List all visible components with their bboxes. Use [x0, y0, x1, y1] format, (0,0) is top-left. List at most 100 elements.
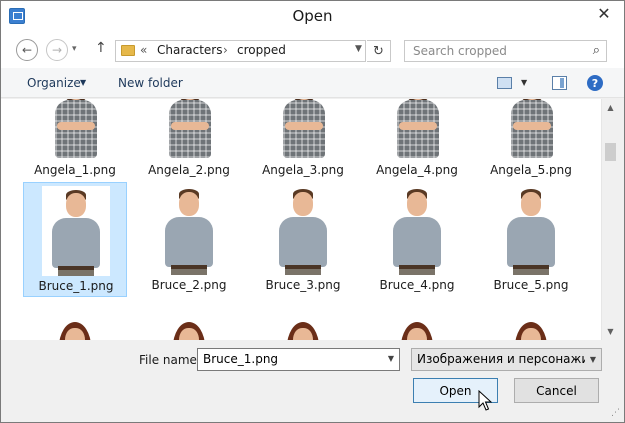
file-name-label: Bruce_1.png — [38, 279, 114, 293]
command-toolbar: Organize ▼ New folder ▼ ? — [1, 68, 624, 98]
file-name-value: Bruce_1.png — [203, 352, 279, 366]
file-tile[interactable]: Angela_3.png — [251, 99, 355, 182]
file-thumbnail — [155, 185, 223, 275]
file-name-label: Bruce_3.png — [265, 278, 341, 292]
search-placeholder: Search cropped — [413, 44, 507, 58]
file-thumbnail — [383, 300, 451, 340]
person-shirt — [393, 217, 441, 267]
file-tile[interactable] — [479, 297, 583, 340]
new-folder-button[interactable]: New folder — [118, 76, 183, 90]
person-head — [66, 193, 86, 217]
vertical-scrollbar[interactable]: ▲ ▼ — [601, 99, 618, 340]
file-tile[interactable] — [365, 297, 469, 340]
person-pants — [399, 269, 435, 275]
file-tile[interactable]: Bruce_5.png — [479, 182, 583, 297]
person-arm — [57, 122, 95, 130]
scrollbar-thumb[interactable] — [605, 143, 616, 161]
file-name-label: Angela_2.png — [148, 163, 230, 177]
back-button[interactable]: ← — [16, 39, 38, 61]
close-icon: ✕ — [597, 3, 611, 23]
person-pants — [58, 270, 94, 276]
file-thumbnail — [497, 300, 565, 340]
file-list[interactable]: Angela_1.png Angela_2.png Angela_3.png Ange… — [1, 99, 601, 340]
person-arm — [285, 122, 323, 130]
breadcrumb-overflow[interactable]: « — [140, 43, 147, 57]
file-name-label: Bruce_4.png — [379, 278, 455, 292]
file-name-label: Bruce_2.png — [151, 278, 227, 292]
person-shirt — [279, 217, 327, 267]
person-shirt — [507, 217, 555, 267]
person-arm — [171, 122, 209, 130]
file-tile[interactable]: Bruce_4.png — [365, 182, 469, 297]
file-name-label: Angela_3.png — [262, 163, 344, 177]
file-thumbnail — [42, 186, 110, 276]
navigation-bar: ← → ▾ ↑ « Characters › cropped ▼ ↻ Searc… — [1, 32, 624, 68]
file-thumbnail — [269, 300, 337, 340]
file-tile[interactable] — [23, 297, 127, 340]
file-thumbnail — [269, 99, 337, 160]
cancel-button[interactable]: Cancel — [514, 378, 599, 403]
breadcrumb-separator[interactable]: › — [223, 43, 228, 57]
file-name-dropdown-icon[interactable]: ▼ — [388, 354, 394, 363]
view-options-caret-icon[interactable]: ▼ — [521, 78, 527, 87]
file-thumbnail — [155, 300, 223, 340]
file-name-label: Angela_4.png — [376, 163, 458, 177]
breadcrumb-cropped[interactable]: cropped — [237, 43, 286, 57]
help-icon[interactable]: ? — [587, 75, 603, 91]
organize-button[interactable]: Organize — [27, 76, 81, 90]
file-tile[interactable] — [251, 297, 355, 340]
search-icon[interactable]: ⌕ — [593, 43, 600, 58]
person-shirt — [165, 217, 213, 267]
folder-icon — [121, 45, 135, 56]
file-tile[interactable] — [137, 297, 241, 340]
dialog-title: Open — [292, 7, 333, 25]
person-head — [293, 192, 313, 216]
file-type-select[interactable]: Изображения и персонажи Ta ▼ — [411, 348, 602, 371]
close-button[interactable]: ✕ — [584, 1, 624, 25]
person-head — [407, 192, 427, 216]
file-tile[interactable]: Bruce_2.png — [137, 182, 241, 297]
file-name-panel: File name: Bruce_1.png ▼ Изображения и п… — [1, 340, 624, 422]
file-thumbnail — [155, 99, 223, 160]
file-tile[interactable]: Angela_2.png — [137, 99, 241, 182]
person-arm — [399, 122, 437, 130]
search-input[interactable]: Search cropped ⌕ — [404, 40, 607, 62]
open-dialog: Open ✕ ← → ▾ ↑ « Characters › cropped ▼ … — [0, 0, 625, 423]
file-name-label: Angela_1.png — [34, 163, 116, 177]
file-tile[interactable]: Bruce_1.png — [23, 182, 127, 297]
person-head — [521, 192, 541, 216]
file-thumbnail — [41, 300, 109, 340]
scroll-up-icon[interactable]: ▲ — [602, 99, 619, 116]
change-view-icon[interactable] — [497, 77, 512, 89]
person-pants — [513, 269, 549, 275]
file-thumbnail — [383, 185, 451, 275]
up-button[interactable]: ↑ — [95, 40, 107, 56]
breadcrumb-characters[interactable]: Characters — [157, 43, 223, 57]
file-tile[interactable]: Angela_1.png — [23, 99, 127, 182]
scroll-down-icon[interactable]: ▼ — [602, 323, 619, 340]
person-head — [179, 192, 199, 216]
file-name-label: Bruce_5.png — [493, 278, 569, 292]
person-arm — [513, 122, 551, 130]
address-bar[interactable]: « Characters › cropped ▼ — [115, 40, 366, 62]
resize-grip-icon[interactable]: ⋰ — [611, 408, 620, 418]
file-name-field[interactable]: Bruce_1.png ▼ — [197, 348, 400, 371]
person-shirt — [52, 218, 100, 268]
file-thumbnail — [269, 185, 337, 275]
file-tile[interactable]: Bruce_3.png — [251, 182, 355, 297]
file-tile[interactable]: Angela_4.png — [365, 99, 469, 182]
address-dropdown-icon[interactable]: ▼ — [355, 44, 362, 54]
title-bar[interactable]: Open ✕ — [1, 1, 624, 32]
organize-caret-icon[interactable]: ▼ — [80, 78, 86, 87]
file-name-label: Angela_5.png — [490, 163, 572, 177]
file-name-label: File name: — [139, 353, 201, 367]
file-type-dropdown-icon[interactable]: ▼ — [585, 349, 601, 370]
refresh-button[interactable]: ↻ — [367, 40, 391, 62]
recent-locations-dropdown[interactable]: ▾ — [72, 44, 77, 54]
file-thumbnail — [41, 99, 109, 160]
forward-button[interactable]: → — [46, 39, 68, 61]
preview-pane-icon[interactable] — [552, 76, 567, 90]
file-thumbnail — [497, 185, 565, 275]
person-pants — [171, 269, 207, 275]
file-tile[interactable]: Angela_5.png — [479, 99, 583, 182]
